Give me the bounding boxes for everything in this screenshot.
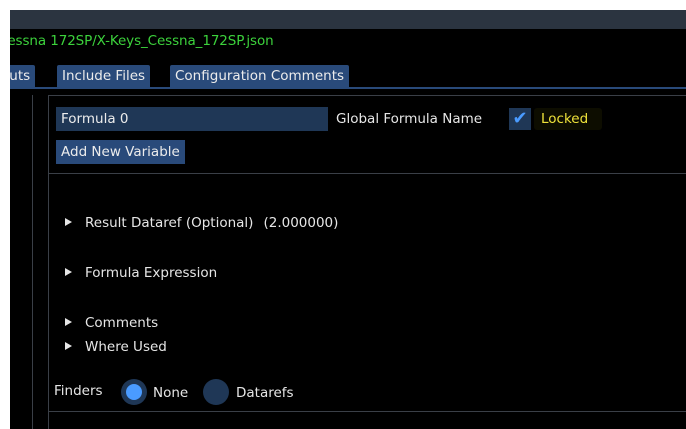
left-panel — [10, 95, 33, 429]
tab-bar: outs Include Files Configuration Comment… — [10, 61, 686, 95]
formula-editor-panel: Global Formula Name ✔ Locked Add New Var… — [48, 95, 686, 429]
comments-label: Comments — [85, 315, 159, 331]
triangle-right-icon — [65, 218, 72, 226]
triangle-right-icon — [65, 268, 72, 276]
tree-node-comments[interactable]: Comments — [65, 315, 158, 331]
add-new-variable-button[interactable]: Add New Variable — [56, 140, 185, 164]
tab-configuration-comments[interactable]: Configuration Comments — [170, 65, 350, 87]
tab-include-files[interactable]: Include Files — [57, 65, 151, 87]
triangle-right-icon — [65, 318, 72, 326]
file-path: Cessna 172SP/X-Keys_Cessna_172SP.json — [10, 33, 274, 49]
app-window: Cessna 172SP/X-Keys_Cessna_172SP.json ou… — [10, 10, 686, 429]
triangle-right-icon — [65, 342, 72, 350]
formula-name-input[interactable] — [56, 107, 328, 131]
tree-node-result-dataref[interactable]: Result Dataref (Optional) (2.000000) — [65, 215, 338, 231]
where-used-label: Where Used — [85, 339, 167, 355]
tab-underline — [10, 87, 686, 89]
tree-node-where-used[interactable]: Where Used — [65, 339, 167, 355]
checkmark-icon: ✔ — [512, 108, 528, 129]
global-formula-name-label: Global Formula Name — [336, 111, 483, 127]
result-dataref-label: Result Dataref (Optional) — [85, 215, 254, 231]
formula-expression-label: Formula Expression — [85, 265, 218, 281]
locked-label[interactable]: Locked — [534, 108, 603, 130]
radio-datarefs[interactable] — [203, 379, 229, 405]
tree-node-formula-expression[interactable]: Formula Expression — [65, 265, 217, 281]
radio-none[interactable] — [121, 379, 147, 405]
title-bar — [10, 10, 686, 29]
radio-datarefs-label[interactable]: Datarefs — [236, 385, 294, 401]
file-path-bar: Cessna 172SP/X-Keys_Cessna_172SP.json — [10, 29, 686, 51]
radio-none-label[interactable]: None — [153, 385, 188, 401]
locked-checkbox[interactable]: ✔ — [509, 108, 531, 130]
tab-layouts[interactable]: outs — [10, 65, 36, 87]
result-value: (2.000000) — [263, 215, 339, 231]
divider — [49, 411, 686, 412]
finders-label: Finders — [54, 383, 103, 399]
divider — [49, 173, 686, 174]
